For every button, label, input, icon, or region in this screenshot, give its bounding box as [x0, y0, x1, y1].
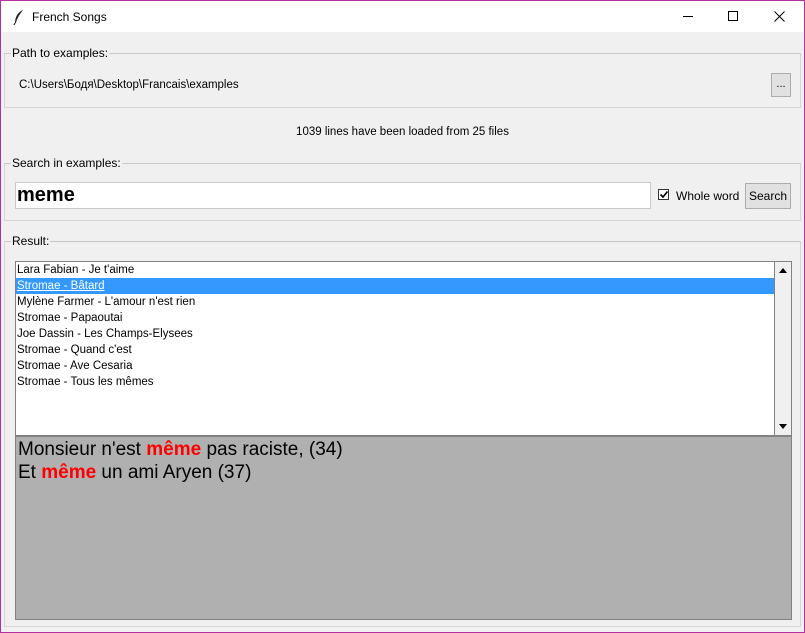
- list-item[interactable]: Stromae - Quand c'est: [16, 342, 774, 358]
- maximize-icon: [728, 11, 738, 21]
- lyric-text: pas raciste, (34): [201, 439, 343, 460]
- arrow-up-icon: [779, 268, 787, 273]
- maximize-button[interactable]: [711, 1, 757, 32]
- list-item-selected[interactable]: Stromae - Bâtard: [16, 278, 774, 294]
- path-legend: Path to examples:: [11, 46, 110, 60]
- match-highlight: même: [146, 439, 202, 460]
- lyric-line: Et même un ami Aryen (37): [18, 461, 789, 484]
- lyric-text: Et: [18, 462, 42, 483]
- browse-button[interactable]: ...: [771, 73, 791, 97]
- lyric-text: un ami Aryen (37): [96, 462, 252, 483]
- close-button[interactable]: [757, 1, 803, 32]
- load-status: 1039 lines have been loaded from 25 file…: [296, 126, 509, 138]
- search-input[interactable]: meme: [15, 182, 651, 209]
- window-title: French Songs: [32, 10, 107, 24]
- list-item[interactable]: Stromae - Tous les mêmes: [16, 374, 774, 390]
- minimize-icon: [683, 16, 693, 17]
- whole-word-label[interactable]: Whole word: [676, 189, 739, 203]
- list-item[interactable]: Lara Fabian - Je t'aime: [16, 262, 774, 278]
- lyric-text: Monsieur n'est: [18, 439, 147, 460]
- list-item[interactable]: Mylène Farmer - L'amour n'est rien: [16, 294, 774, 310]
- whole-word-checkbox[interactable]: [658, 189, 669, 200]
- app-window: French Songs Path to examples: C:\Users\…: [0, 0, 805, 633]
- scroll-up-button[interactable]: [775, 262, 791, 279]
- checkmark-icon: [659, 190, 669, 199]
- match-highlight: même: [41, 462, 97, 483]
- search-legend: Search in examples:: [11, 156, 122, 170]
- examples-path: C:\Users\Бодя\Desktop\Francais\examples: [19, 79, 239, 91]
- search-button[interactable]: Search: [745, 183, 791, 209]
- arrow-down-icon: [779, 424, 787, 429]
- list-item[interactable]: Stromae - Ave Cesaria: [16, 358, 774, 374]
- minimize-button[interactable]: [666, 1, 712, 32]
- lyrics-text-area[interactable]: Monsieur n'est même pas raciste, (34) Et…: [15, 436, 792, 620]
- list-item[interactable]: Joe Dassin - Les Champs-Elysees: [16, 326, 774, 342]
- path-groupbox: Path to examples: C:\Users\Бодя\Desktop\…: [4, 46, 801, 108]
- list-item[interactable]: Stromae - Papaoutai: [16, 310, 774, 326]
- search-groupbox: Search in examples: meme Whole word Sear…: [4, 156, 801, 221]
- feather-icon: [12, 9, 26, 26]
- songs-listbox[interactable]: Lara Fabian - Je t'aime Stromae - Bâtard…: [15, 261, 775, 436]
- close-icon: [774, 11, 785, 22]
- scroll-down-button[interactable]: [775, 418, 791, 435]
- lyric-line: Monsieur n'est même pas raciste, (34): [18, 438, 789, 461]
- listbox-scrollbar[interactable]: [775, 261, 792, 436]
- result-groupbox: Result: Lara Fabian - Je t'aime Stromae …: [4, 234, 801, 627]
- result-legend: Result:: [11, 234, 51, 248]
- title-bar[interactable]: French Songs: [1, 1, 804, 32]
